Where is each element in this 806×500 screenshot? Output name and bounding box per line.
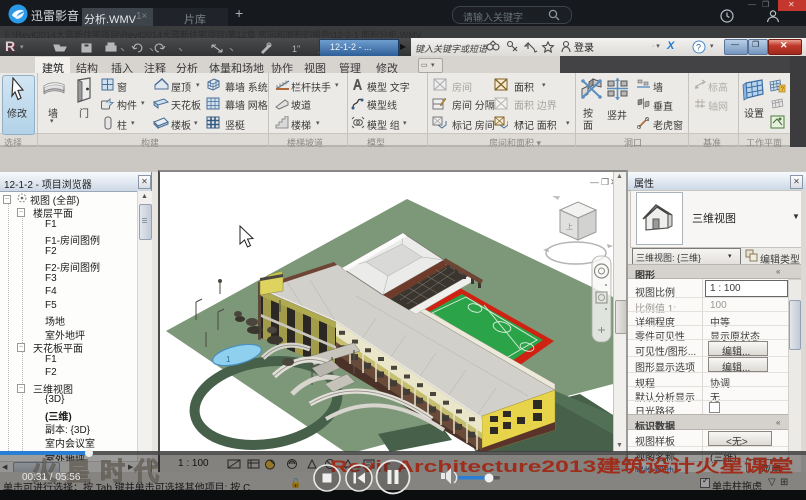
svg-text:1": 1": [292, 44, 300, 54]
svg-text:?: ?: [696, 43, 701, 53]
svg-text:登录: 登录: [574, 41, 594, 54]
svg-text:—: —: [590, 177, 599, 187]
svg-text:上: 上: [566, 222, 573, 231]
svg-text:❐: ❐: [601, 177, 609, 187]
svg-text:1: 1: [226, 355, 231, 364]
